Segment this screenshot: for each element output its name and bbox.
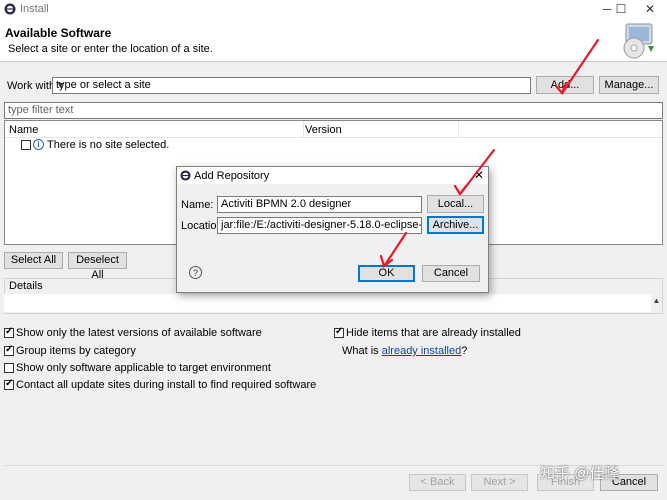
annotation-arrowhead — [453, 184, 468, 196]
watermark: 知乎 @佳隆 — [540, 465, 620, 482]
annotation-arrow — [561, 38, 600, 94]
annotation-arrow — [383, 231, 408, 267]
annotation-layer — [379, 38, 600, 268]
